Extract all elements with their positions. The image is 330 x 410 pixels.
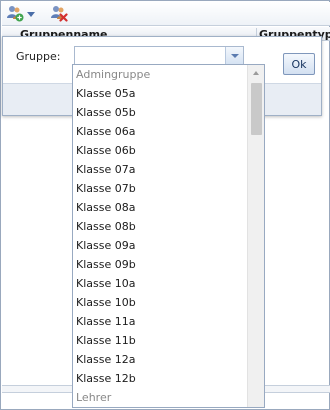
add-group-icon [6,4,24,25]
dropdown-scrollbar[interactable] [247,65,264,407]
dropdown-item[interactable]: Klasse 11b [73,331,248,350]
dropdown-item[interactable]: Klasse 07a [73,160,248,179]
add-group-button[interactable] [6,5,35,23]
dropdown-item[interactable]: Klasse 06b [73,141,248,160]
dropdown-items: Admingruppe Klasse 05a Klasse 05b Klasse 06… [73,65,248,407]
dropdown-item[interactable]: Klasse 10a [73,274,248,293]
dropdown-item[interactable]: Klasse 05a [73,84,248,103]
chevron-down-icon[interactable] [27,11,35,17]
dropdown-item[interactable]: Klasse 05b [73,103,248,122]
chevron-up-icon [253,71,259,75]
delete-group-icon [50,4,68,25]
dropdown-item[interactable]: Klasse 06a [73,122,248,141]
dropdown-item[interactable]: Klasse 12b [73,369,248,388]
delete-group-button[interactable] [50,5,68,23]
dropdown-item[interactable]: Klasse 10b [73,293,248,312]
chevron-down-icon [230,53,239,58]
combo-dropdown-trigger[interactable] [225,47,243,64]
dropdown-item[interactable]: Klasse 08a [73,198,248,217]
dropdown-item[interactable]: Klasse 08b [73,217,248,236]
dropdown-item[interactable]: Klasse 07b [73,179,248,198]
dropdown-item[interactable]: Klasse 12a [73,350,248,369]
dropdown-item[interactable]: Klasse 11a [73,312,248,331]
group-input[interactable] [75,47,225,64]
ok-button[interactable]: Ok [283,53,315,75]
toolbar [2,2,330,26]
group-dropdown-list: Admingruppe Klasse 05a Klasse 05b Klasse 06… [72,64,265,408]
dropdown-group-header: Lehrer [76,391,112,404]
group-label: Gruppe: [16,50,61,63]
dropdown-group-header: Admingruppe [76,68,151,81]
group-combobox[interactable] [74,46,244,65]
scroll-thumb[interactable] [251,83,262,135]
dropdown-item[interactable]: Klasse 09b [73,255,248,274]
scroll-up-button[interactable] [248,65,264,81]
dropdown-item[interactable]: Klasse 09a [73,236,248,255]
